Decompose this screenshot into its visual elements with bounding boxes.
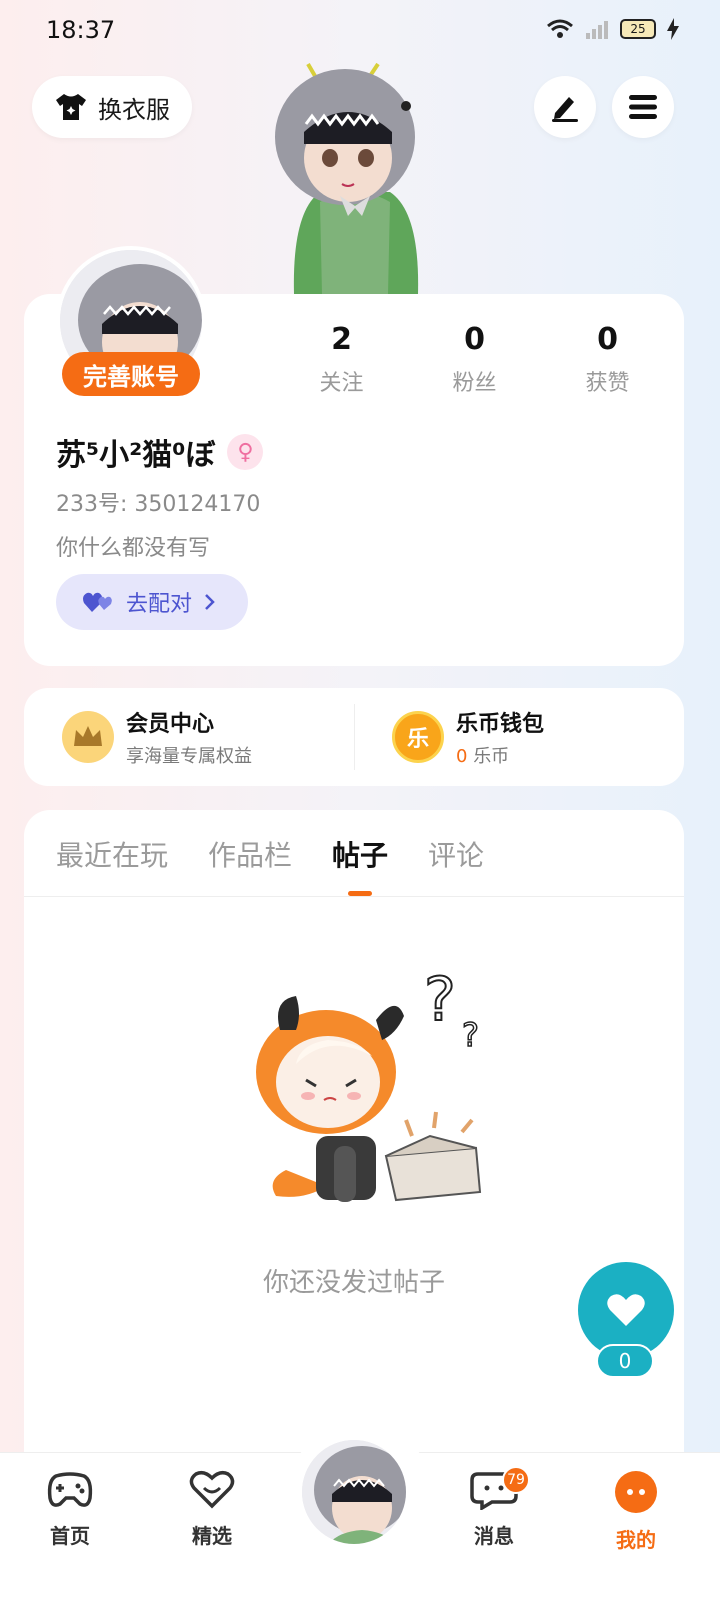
member-center-title: 会员中心 — [126, 712, 215, 737]
stat-following[interactable]: 2 关注 — [275, 322, 408, 397]
empty-state-illustration: ? ? — [256, 964, 482, 1202]
coin-icon-char: 乐 — [406, 727, 429, 752]
stat-following-value: 2 — [331, 322, 352, 357]
gender-female-icon: ♀ — [227, 434, 264, 470]
coin-unit: 乐币 — [473, 746, 510, 767]
stat-likes[interactable]: 0 获赞 — [541, 322, 674, 397]
messages-unread-badge: 79 — [502, 1466, 530, 1494]
profile-face-icon — [615, 1471, 657, 1513]
nav-home-label: 首页 — [50, 1524, 90, 1548]
menu-icon — [629, 95, 657, 119]
double-heart-icon — [83, 592, 112, 612]
heart-icon — [607, 1294, 645, 1326]
stat-likes-value: 0 — [597, 322, 618, 357]
nav-mine-label: 我的 — [616, 1528, 656, 1552]
wifi-icon — [547, 19, 573, 38]
svg-text:?: ? — [424, 965, 456, 1035]
charging-icon — [667, 18, 679, 40]
stat-fans-label: 粉丝 — [452, 371, 497, 396]
nav-home[interactable]: 首页 — [20, 1470, 120, 1549]
member-center-subtitle: 享海量专属权益 — [126, 746, 252, 767]
tab-posts-label: 帖子 — [332, 839, 389, 872]
coin-wallet-title: 乐币钱包 — [456, 712, 545, 737]
edit-button[interactable] — [534, 76, 596, 138]
stat-likes-label: 获赞 — [585, 371, 630, 396]
member-wallet-card: 会员中心 享海量专属权益 乐 乐币钱包 0 乐币 — [24, 688, 684, 786]
chevron-right-icon — [205, 594, 215, 610]
user-id: 233号: 350124170 — [56, 486, 260, 518]
user-bio: 你什么都没有写 — [56, 536, 211, 561]
match-label: 去配对 — [126, 592, 193, 617]
nav-featured[interactable]: 精选 — [162, 1470, 262, 1549]
like-count: 0 — [596, 1344, 654, 1378]
complete-account-badge[interactable]: 完善账号 — [62, 352, 200, 396]
tab-recent-played-label: 最近在玩 — [56, 839, 169, 872]
nav-messages-label: 消息 — [474, 1524, 514, 1548]
profile-tabs: 最近在玩 作品栏 帖子 评论 — [56, 834, 484, 896]
member-center[interactable]: 会员中心 享海量专属权益 — [24, 688, 354, 786]
username-row: 苏⁵小²猫⁰ぼ ♀ — [56, 430, 264, 474]
tab-separator — [24, 896, 684, 897]
user-id-value: 350124170 — [134, 492, 261, 517]
shirt-icon — [56, 94, 86, 120]
coin-wallet-subtitle: 0 乐币 — [456, 742, 544, 768]
battery-icon: 25 — [620, 19, 656, 39]
menu-button[interactable] — [612, 76, 674, 138]
status-time: 18:37 — [46, 16, 116, 44]
stat-following-label: 关注 — [319, 371, 364, 396]
user-id-label: 233号: — [56, 492, 128, 517]
status-bar: 18:37 25 — [0, 0, 720, 64]
hero-avatar-figure[interactable] — [270, 62, 440, 300]
tab-comments-label: 评论 — [428, 839, 485, 872]
tab-comments[interactable]: 评论 — [428, 834, 484, 896]
nav-center-avatar[interactable] — [298, 1436, 410, 1548]
heart-outline-icon — [189, 1470, 235, 1509]
stat-fans-value: 0 — [464, 322, 485, 357]
match-button[interactable]: 去配对 — [56, 574, 248, 630]
tab-recent-played[interactable]: 最近在玩 — [56, 834, 168, 896]
change-outfit-label: 换衣服 — [98, 95, 170, 124]
username: 苏⁵小²猫⁰ぼ — [56, 438, 216, 473]
nav-featured-label: 精选 — [192, 1524, 232, 1548]
pencil-icon — [552, 97, 578, 122]
change-outfit-button[interactable]: 换衣服 — [32, 76, 192, 138]
crown-icon — [62, 711, 114, 763]
nav-mine[interactable]: 我的 — [586, 1470, 686, 1553]
profile-stats: 2 关注 0 粉丝 0 获赞 — [275, 322, 674, 397]
gamepad-icon — [47, 1472, 93, 1507]
svg-text:?: ? — [462, 1016, 479, 1054]
tab-works-label: 作品栏 — [208, 839, 293, 872]
tab-works[interactable]: 作品栏 — [208, 834, 292, 896]
coin-icon: 乐 — [392, 711, 444, 763]
coin-wallet[interactable]: 乐 乐币钱包 0 乐币 — [354, 688, 684, 786]
signal-icon — [586, 21, 608, 39]
tab-posts[interactable]: 帖子 — [332, 834, 388, 896]
coin-amount: 0 — [456, 746, 468, 767]
status-icons: 25 — [546, 18, 680, 40]
stat-fans[interactable]: 0 粉丝 — [408, 322, 541, 397]
content-card: 最近在玩 作品栏 帖子 评论 ? ? 你还没发过帖子 — [24, 810, 684, 1470]
